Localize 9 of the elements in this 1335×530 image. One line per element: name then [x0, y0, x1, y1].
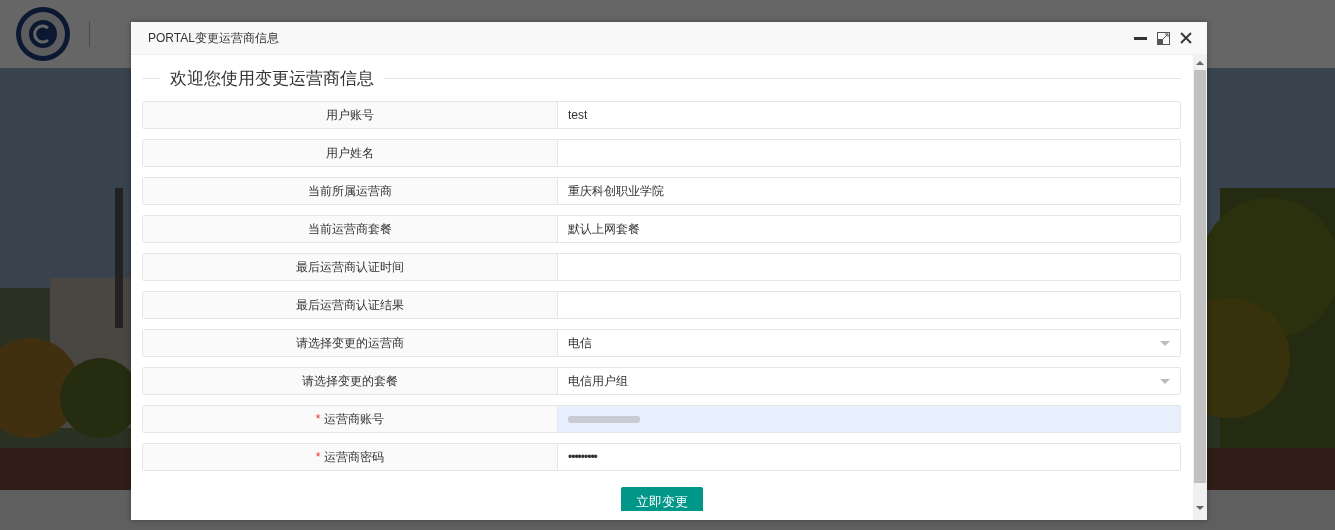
close-icon[interactable]: [1180, 32, 1192, 44]
form-legend: 欢迎您使用变更运营商信息: [160, 66, 384, 90]
scroll-up-icon[interactable]: [1196, 61, 1204, 65]
maximize-icon[interactable]: [1157, 31, 1170, 45]
submit-button[interactable]: 立即变更: [621, 487, 703, 511]
school-logo-icon: [15, 6, 71, 62]
scrollbar-thumb[interactable]: [1194, 70, 1206, 483]
dialog-title: PORTAL变更运营商信息: [148, 29, 279, 47]
scroll-down-icon[interactable]: [1196, 506, 1204, 510]
